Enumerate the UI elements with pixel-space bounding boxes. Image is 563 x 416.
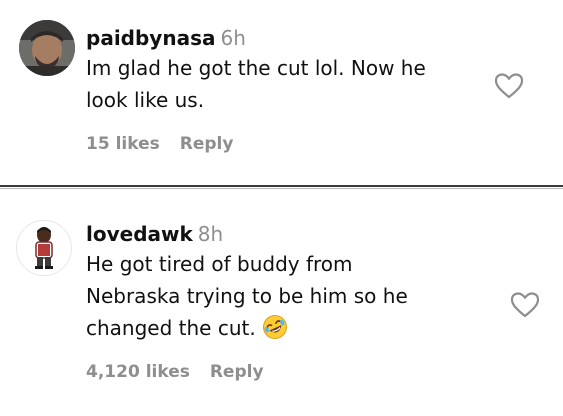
reply-button[interactable]: Reply <box>210 362 264 382</box>
user-avatar[interactable] <box>16 220 72 276</box>
divider <box>0 188 563 189</box>
heart-outline-icon <box>494 73 524 99</box>
comment-content: paidbynasa 6h Im glad he got the cut lol.… <box>86 24 493 154</box>
likes-count[interactable]: 15 likes <box>86 134 160 154</box>
comments-thread: paidbynasa 6h Im glad he got the cut lol.… <box>0 0 563 416</box>
user-avatar-photo-icon <box>19 20 75 76</box>
comment-text: He got tired of buddy from Nebraska tryi… <box>86 248 493 344</box>
comment-text-line: Nebraska trying to be him so he <box>86 284 408 308</box>
like-button[interactable] <box>510 291 540 319</box>
likes-count[interactable]: 4,120 likes <box>86 362 190 382</box>
reply-button[interactable]: Reply <box>180 134 234 154</box>
comment-actions: 4,120 likes Reply <box>86 362 493 382</box>
comment-item: lovedawk 8h He got tired of buddy from Ne… <box>0 190 563 416</box>
comment-meta: paidbynasa 6h <box>86 24 493 52</box>
comment-text-line: He got tired of buddy from <box>86 252 353 276</box>
comment-actions: 15 likes Reply <box>86 134 493 154</box>
like-button[interactable] <box>494 72 524 100</box>
comment-text-line: changed the cut. <box>86 316 256 340</box>
comment-content: lovedawk 8h He got tired of buddy from Ne… <box>86 220 493 382</box>
user-avatar-cartoon-icon <box>17 221 71 275</box>
comment-meta: lovedawk 8h <box>86 220 493 248</box>
comment-text-line: Im glad he got the cut lol. Now he <box>86 56 426 80</box>
comment-text: Im glad he got the cut lol. Now he look … <box>86 52 493 116</box>
timestamp: 8h <box>197 222 224 246</box>
username[interactable]: lovedawk <box>86 222 193 246</box>
heart-outline-icon <box>510 292 540 318</box>
comment-text-line-last: changed the cut. <box>86 312 493 344</box>
rolling-on-floor-laughing-emoji-icon <box>262 314 288 340</box>
username[interactable]: paidbynasa <box>86 26 215 50</box>
user-avatar[interactable] <box>19 20 75 76</box>
divider <box>0 185 563 187</box>
timestamp: 6h <box>220 26 246 50</box>
comment-text-line: look like us. <box>86 88 205 112</box>
comment-item: paidbynasa 6h Im glad he got the cut lol.… <box>0 0 563 185</box>
